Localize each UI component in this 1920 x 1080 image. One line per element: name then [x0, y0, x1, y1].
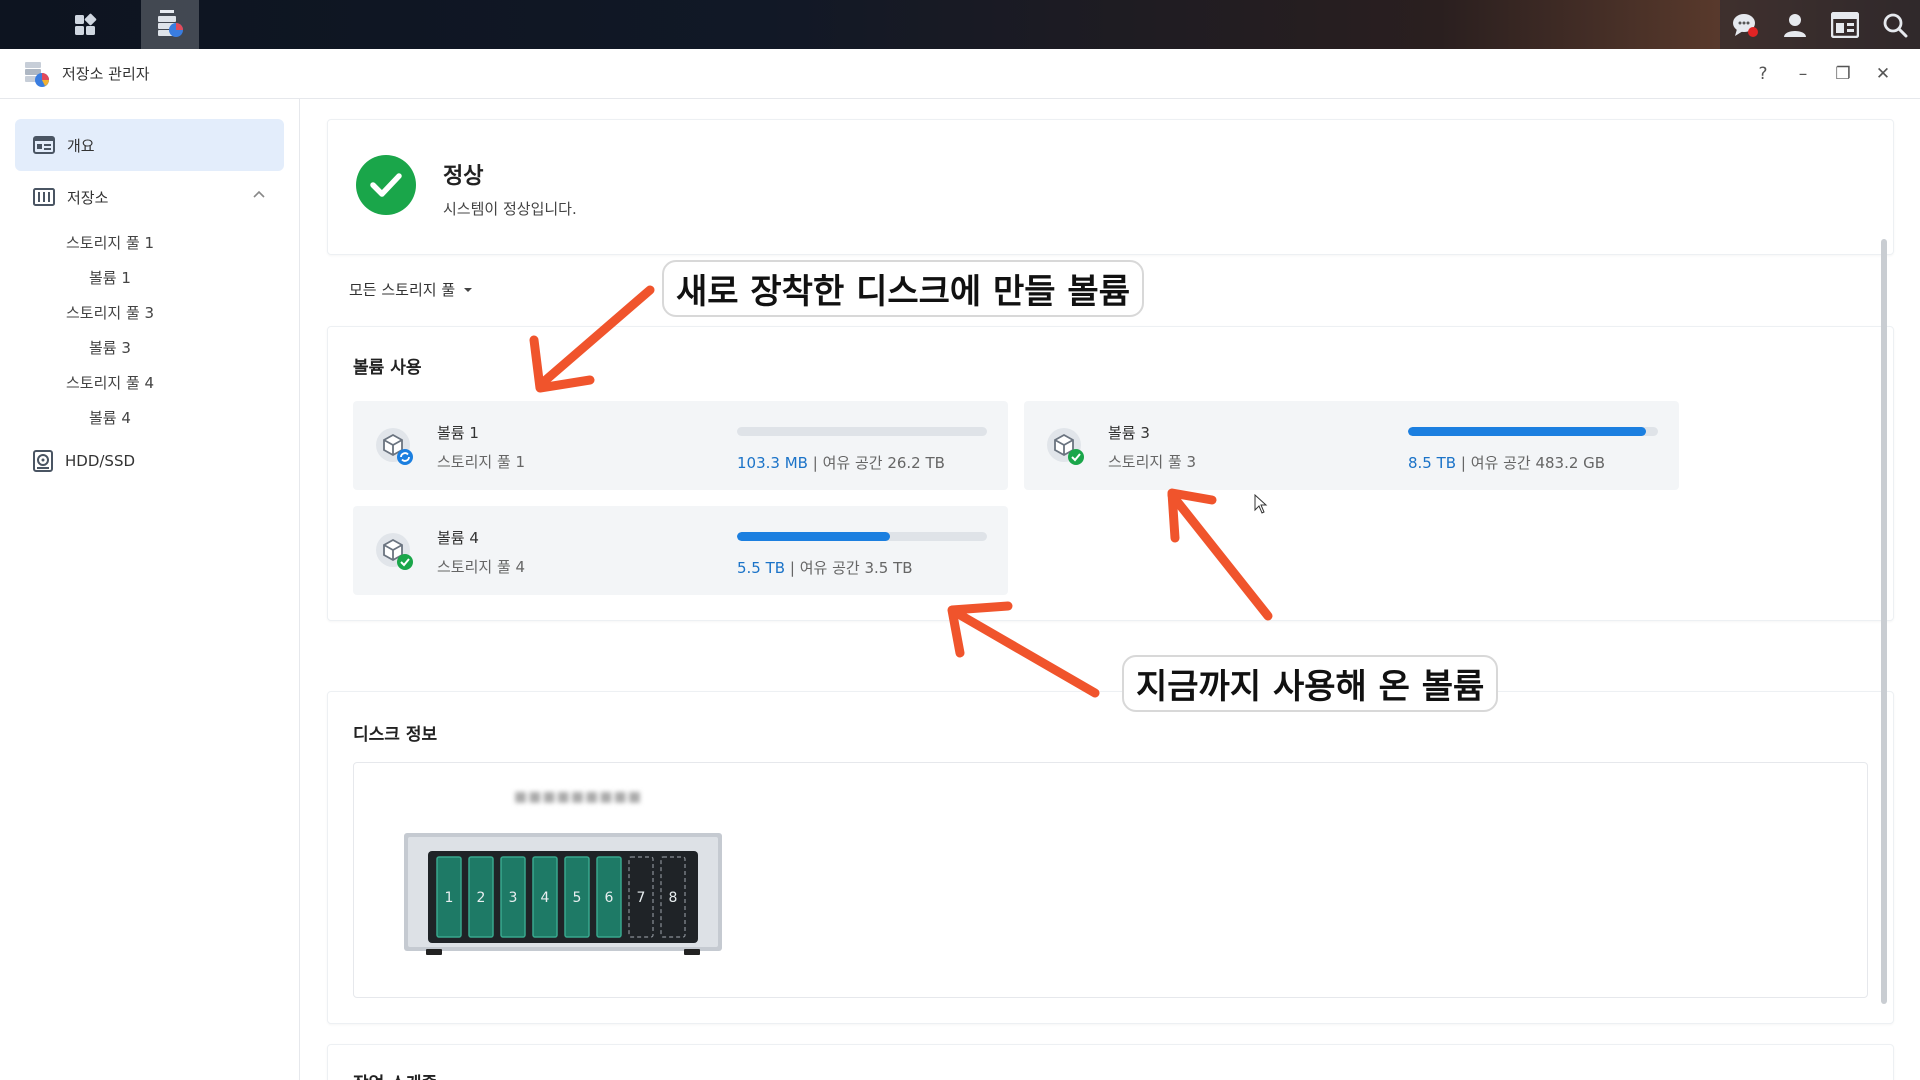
sidebar: 개요 저장소 스토리지 풀 1 볼륨 1 스토리지 풀 3 볼륨 3 스토리지 …	[0, 99, 300, 1080]
sidebar-item-volume-3[interactable]: 볼륨 3	[0, 330, 299, 365]
app-logo-icon	[25, 61, 49, 87]
healthy-check-icon	[356, 155, 416, 215]
chevron-up-icon[interactable]	[252, 189, 266, 199]
disk-info-heading: 디스크 정보	[353, 725, 438, 745]
volume-healthy-icon	[1047, 428, 1084, 465]
volume-usage-text: 8.5 TB | 여유 공간 483.2 GB	[1408, 452, 1605, 473]
usage-separator: |	[1460, 454, 1466, 472]
drive-bay-number: 8	[669, 890, 678, 906]
user-icon[interactable]	[1770, 0, 1820, 49]
volume-used: 5.5 TB	[737, 559, 786, 577]
volume-usage-text: 5.5 TB | 여유 공간 3.5 TB	[737, 557, 913, 578]
taskbar	[0, 0, 1920, 49]
search-icon[interactable]	[1870, 0, 1920, 49]
hdd-icon	[33, 450, 53, 472]
caret-down-icon	[464, 287, 473, 292]
sidebar-item-label: 저장소	[67, 188, 109, 207]
restore-button[interactable]: ❐	[1826, 57, 1860, 91]
storage-pool-filter-dropdown[interactable]: 모든 스토리지 풀	[349, 279, 473, 300]
window-titlebar: 저장소 관리자 ? – ❐ ✕	[0, 49, 1920, 99]
volume-used: 8.5 TB	[1408, 454, 1457, 472]
overview-icon	[33, 136, 55, 154]
volume-usage-card: 볼륨 사용 볼륨 1 스토리지 풀 1 103.3 MB | 여유 공간 26.…	[327, 326, 1894, 621]
close-button[interactable]: ✕	[1866, 57, 1900, 91]
task-schedule-card: 작업 스케줄	[327, 1044, 1894, 1080]
volume-healthy-icon	[376, 533, 413, 570]
sidebar-item-storage-pool-3[interactable]: 스토리지 풀 3	[0, 295, 299, 330]
volume-tile-1[interactable]: 볼륨 1 스토리지 풀 1 103.3 MB | 여유 공간 26.2 TB	[353, 401, 1008, 490]
volume-pool: 스토리지 풀 1	[437, 453, 526, 471]
filter-label: 모든 스토리지 풀	[349, 281, 456, 299]
sidebar-item-storage-pool-4[interactable]: 스토리지 풀 4	[0, 365, 299, 400]
storage-manager-window: 저장소 관리자 ? – ❐ ✕ 개요 저장소 스토리지 풀 1 볼륨 1 스토리…	[0, 49, 1920, 1080]
volume-usage-bar-fill	[737, 532, 890, 541]
usage-separator: |	[789, 559, 795, 577]
sidebar-item-volume-1[interactable]: 볼륨 1	[0, 260, 299, 295]
volume-usage-bar	[737, 427, 987, 436]
minimize-button[interactable]: –	[1786, 57, 1820, 91]
volume-name: 볼륨 1	[437, 424, 479, 442]
volume-usage-bar-fill	[1408, 427, 1646, 436]
volume-usage-bar	[737, 532, 987, 541]
volume-name: 볼륨 3	[1108, 424, 1150, 442]
drive-bay-number: 5	[573, 890, 582, 906]
storage-icon	[33, 188, 55, 206]
sidebar-item-storage[interactable]: 저장소	[15, 171, 284, 223]
volume-usage-heading: 볼륨 사용	[353, 358, 422, 378]
volume-name: 볼륨 4	[437, 529, 479, 547]
storage-manager-taskbar-button[interactable]	[141, 0, 199, 49]
sidebar-item-hdd-ssd[interactable]: HDD/SSD	[15, 439, 284, 483]
status-title: 정상	[443, 164, 484, 189]
main-menu-button[interactable]	[56, 0, 114, 49]
drive-bay-number: 3	[509, 890, 518, 906]
status-card: 정상 시스템이 정상입니다.	[327, 119, 1894, 255]
sidebar-item-overview[interactable]: 개요	[15, 119, 284, 171]
chat-icon[interactable]	[1720, 0, 1770, 49]
nas-model-label-blurred: ■■■■■■■■■	[514, 789, 643, 805]
sidebar-item-label: HDD/SSD	[65, 452, 136, 470]
sidebar-item-label: 개요	[67, 136, 95, 155]
volume-free: 여유 공간 26.2 TB	[822, 454, 945, 472]
storage-manager-icon	[158, 9, 183, 37]
drive-bay-number: 4	[541, 890, 550, 906]
disk-info-panel: ■■■■■■■■■ 1 2 3 4 5 6 7 8	[353, 762, 1868, 998]
widgets-icon[interactable]	[1820, 0, 1870, 49]
disk-info-card: 디스크 정보 ■■■■■■■■■ 1 2 3 4 5 6 7 8	[327, 691, 1894, 1024]
storage-tree: 스토리지 풀 1 볼륨 1 스토리지 풀 3 볼륨 3 스토리지 풀 4 볼륨 …	[0, 223, 299, 435]
main-scrollbar[interactable]	[1881, 239, 1887, 1004]
drive-bay-number: 1	[445, 890, 454, 906]
volume-syncing-icon	[376, 428, 413, 465]
nas-device[interactable]: 1 2 3 4 5 6 7 8	[404, 833, 722, 955]
help-button[interactable]: ?	[1746, 57, 1780, 91]
usage-separator: |	[812, 454, 818, 472]
drive-bay-number: 6	[605, 890, 614, 906]
volume-tile-4[interactable]: 볼륨 4 스토리지 풀 4 5.5 TB | 여유 공간 3.5 TB	[353, 506, 1008, 595]
volume-pool: 스토리지 풀 3	[1108, 453, 1197, 471]
sidebar-item-storage-pool-1[interactable]: 스토리지 풀 1	[0, 225, 299, 260]
drive-bay-number: 2	[477, 890, 486, 906]
drive-bay-number: 7	[637, 890, 646, 906]
volume-usage-text: 103.3 MB | 여유 공간 26.2 TB	[737, 452, 945, 473]
volume-pool: 스토리지 풀 4	[437, 558, 526, 576]
status-description: 시스템이 정상입니다.	[443, 200, 577, 218]
annotation-new-volume: 새로 장착한 디스크에 만들 볼륨	[662, 260, 1144, 317]
volume-free: 여유 공간 3.5 TB	[799, 559, 913, 577]
window-title: 저장소 관리자	[62, 65, 150, 83]
volume-tile-3[interactable]: 볼륨 3 스토리지 풀 3 8.5 TB | 여유 공간 483.2 GB	[1024, 401, 1679, 490]
window-controls: ? – ❐ ✕	[1746, 49, 1900, 99]
mouse-cursor-icon	[1254, 494, 1268, 514]
volume-used: 103.3 MB	[737, 454, 808, 472]
volume-free: 여유 공간 483.2 GB	[1470, 454, 1606, 472]
annotation-existing-volumes: 지금까지 사용해 온 볼륨	[1122, 655, 1499, 712]
task-schedule-heading: 작업 스케줄	[353, 1069, 437, 1080]
grid-icon	[75, 13, 97, 35]
volume-usage-bar	[1408, 427, 1658, 436]
taskbar-tray	[1720, 0, 1920, 49]
sidebar-item-volume-4[interactable]: 볼륨 4	[0, 400, 299, 435]
